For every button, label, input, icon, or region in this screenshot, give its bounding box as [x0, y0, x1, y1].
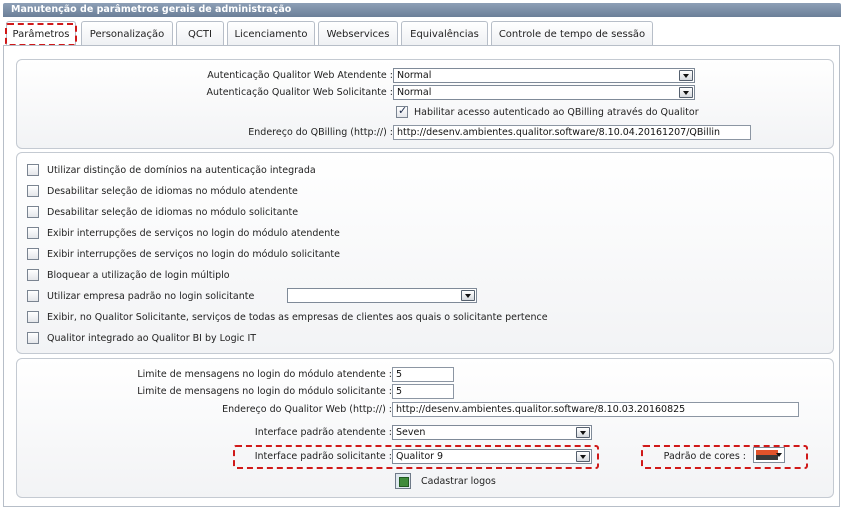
dropdown-arrow-icon [461, 290, 475, 301]
tab-content: Autenticação Qualitor Web Atendente : No… [3, 45, 840, 507]
cadastrar-logos-label[interactable]: Cadastrar logos [421, 476, 496, 487]
tab-licenciamento[interactable]: Licenciamento [227, 21, 315, 46]
option-checkbox-interrupcoes-atendente[interactable] [27, 227, 39, 239]
empresa-padrao-select[interactable] [287, 288, 477, 303]
option-label-todas-empresas: Exibir, no Qualitor Solicitante, serviço… [47, 312, 548, 323]
option-label-dominios: Utilizar distinção de domínios na autent… [47, 165, 316, 176]
cadastrar-logos-button[interactable] [395, 473, 411, 489]
auth-atendente-value: Normal [397, 70, 432, 81]
option-checkbox-empresa-padrao[interactable] [27, 290, 39, 302]
interface-atendente-select[interactable]: Seven [392, 425, 592, 440]
auth-solicitante-select[interactable]: Normal [393, 85, 695, 100]
qbilling-checkbox-label: Habilitar acesso autenticado ao QBilling… [414, 107, 699, 118]
options-group: Utilizar distinção de domínios na autent… [16, 152, 834, 354]
option-checkbox-login-multiplo[interactable] [27, 269, 39, 281]
dropdown-arrow-icon [576, 427, 590, 438]
option-label-interrupcoes-solicitante: Exibir interrupções de serviços no login… [47, 249, 341, 260]
option-checkbox-qualitor-bi[interactable] [27, 332, 39, 344]
option-checkbox-todas-empresas[interactable] [27, 311, 39, 323]
limite-atendente-input[interactable]: 5 [392, 367, 454, 382]
limite-solicitante-label: Limite de mensagens no login do módulo s… [137, 386, 392, 397]
tab-equivalencias[interactable]: Equivalências [401, 21, 488, 46]
tab-webservices[interactable]: Webservices [318, 21, 398, 46]
endereco-qualitor-label: Endereço do Qualitor Web (http://) : [222, 404, 392, 415]
limite-solicitante-input[interactable]: 5 [392, 384, 454, 399]
color-scheme-picker[interactable] [753, 447, 785, 463]
tab-personalizacao[interactable]: Personalização [81, 21, 173, 46]
qbilling-checkbox[interactable] [396, 104, 408, 118]
dropdown-arrow-icon [679, 87, 693, 98]
interface-atendente-value: Seven [396, 427, 426, 438]
auth-solicitante-label: Autenticação Qualitor Web Solicitante : [206, 87, 393, 98]
interface-atendente-label: Interface padrão atendente : [254, 427, 392, 438]
auth-group: Autenticação Qualitor Web Atendente : No… [16, 59, 834, 149]
tab-qcti[interactable]: QCTI [176, 21, 224, 46]
auth-atendente-label: Autenticação Qualitor Web Atendente : [207, 70, 393, 81]
login-group: Limite de mensagens no login do módulo a… [16, 358, 834, 498]
option-label-qualitor-bi: Qualitor integrado ao Qualitor BI by Log… [47, 333, 257, 344]
limite-atendente-label: Limite de mensagens no login do módulo a… [137, 369, 392, 380]
option-label-login-multiplo: Bloquear a utilização de login múltiplo [47, 270, 230, 281]
option-label-idiomas-solicitante: Desabilitar seleção de idiomas no módulo… [47, 207, 299, 218]
auth-solicitante-value: Normal [397, 87, 432, 98]
interface-solicitante-label: Interface padrão solicitante : [254, 451, 392, 462]
interface-solicitante-value: Qualitor 9 [396, 451, 444, 462]
chevron-down-icon [776, 453, 782, 457]
padrao-cores-label: Padrão de cores : [663, 451, 746, 462]
qbilling-url-input[interactable]: http://desenv.ambientes.qualitor.softwar… [393, 125, 751, 140]
option-label-empresa-padrao: Utilizar empresa padrão no login solicit… [47, 291, 255, 302]
auth-atendente-select[interactable]: Normal [393, 68, 695, 83]
tab-parametros[interactable]: Parâmetros [6, 21, 76, 48]
option-checkbox-idiomas-atendente[interactable] [27, 185, 39, 197]
endereco-qualitor-input[interactable]: http://desenv.ambientes.qualitor.softwar… [392, 402, 799, 417]
option-label-interrupcoes-atendente: Exibir interrupções de serviços no login… [47, 228, 340, 239]
interface-solicitante-select[interactable]: Qualitor 9 [392, 449, 592, 464]
option-checkbox-dominios[interactable] [27, 164, 39, 176]
option-label-idiomas-atendente: Desabilitar seleção de idiomas no módulo… [47, 186, 298, 197]
dropdown-arrow-icon [679, 70, 693, 81]
window-title: Manutenção de parâmetros gerais de admin… [3, 3, 841, 17]
option-checkbox-interrupcoes-solicitante[interactable] [27, 248, 39, 260]
qbilling-url-label: Endereço do QBilling (http://) : [248, 127, 393, 138]
color-swatch-bottom [756, 455, 778, 460]
tab-controle-sessao[interactable]: Controle de tempo de sessão [491, 21, 653, 46]
option-checkbox-idiomas-solicitante[interactable] [27, 206, 39, 218]
dropdown-arrow-icon [576, 451, 590, 462]
